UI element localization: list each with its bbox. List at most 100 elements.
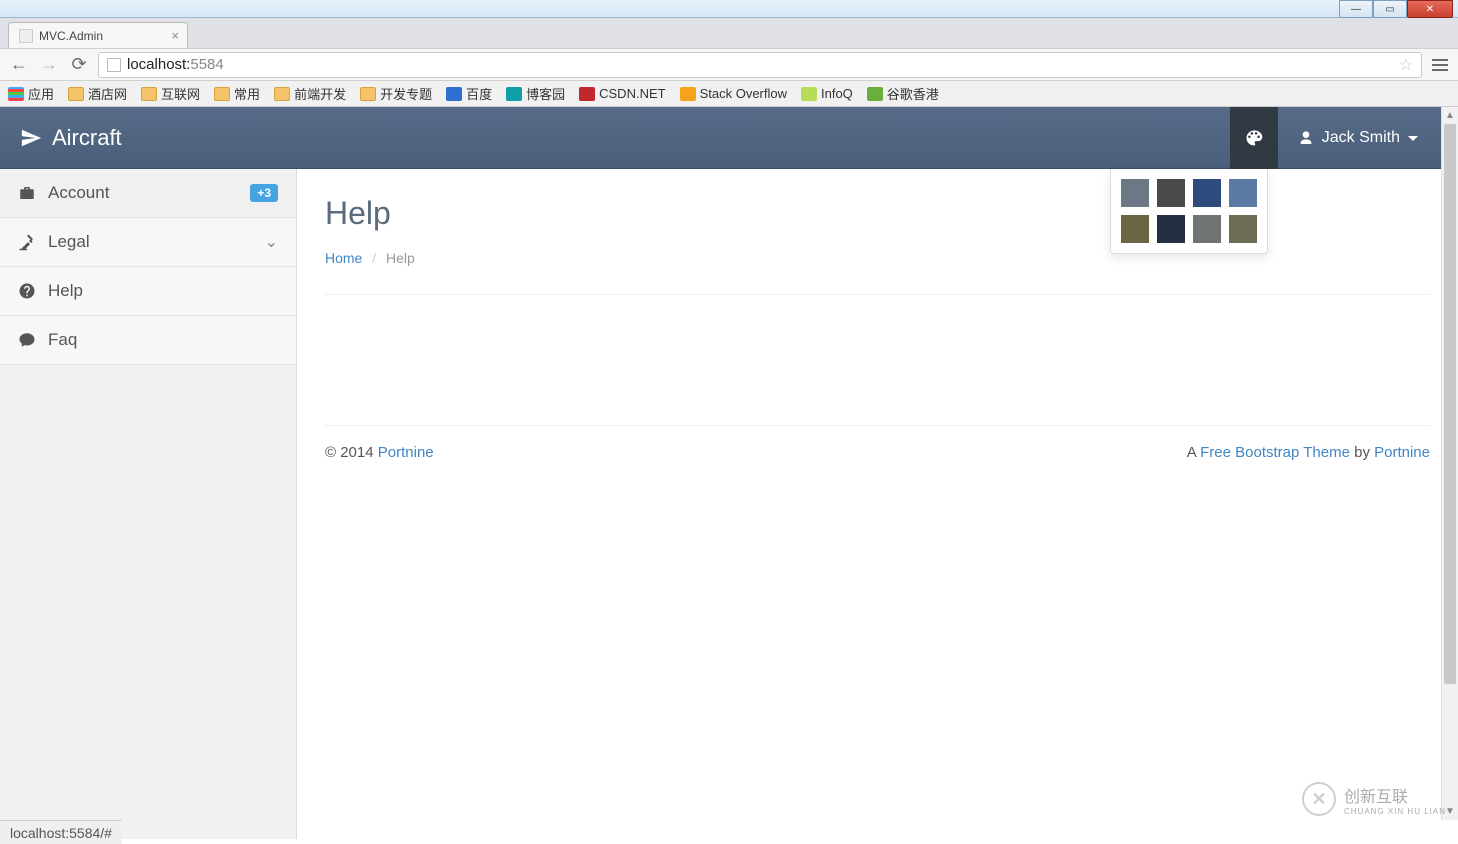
browser-toolbar: ← → ⟳ localhost:5584 ☆ [0,48,1458,81]
theme-swatch[interactable] [1121,179,1149,207]
brand[interactable]: Aircraft [20,125,122,151]
tab-favicon [19,29,33,43]
bookmark-item[interactable]: 前端开发 [274,84,346,103]
bookmark-item[interactable]: 应用 [8,84,54,103]
scroll-up-icon[interactable]: ▲ [1442,107,1458,124]
window-minimize-button[interactable]: — [1339,0,1373,18]
tab-title: MVC.Admin [39,29,103,43]
site-info-icon[interactable] [107,58,121,72]
watermark-text: 创新互联 [1344,783,1446,807]
footer: © 2014 Portnine A Free Bootstrap Theme b… [325,425,1430,461]
bookmark-item[interactable]: 开发专题 [360,84,432,103]
sidebar-item-label: Faq [48,330,77,350]
bookmark-star-icon[interactable]: ☆ [1399,55,1413,75]
sidebar-item-label: Account [48,183,109,203]
bookmark-label: 博客园 [526,84,565,103]
palette-icon [1244,128,1264,148]
watermark-subtext: CHUANG XIN HU LIAN [1344,807,1446,816]
theme-swatch[interactable] [1229,215,1257,243]
sidebar: Account +3 Legal ⌄ Help Faq [0,169,297,839]
window-close-button[interactable]: ✕ [1407,0,1453,18]
vertical-scrollbar[interactable]: ▲ ▼ [1441,107,1458,820]
breadcrumb-current: Help [386,250,415,266]
favicon-icon [8,87,24,101]
bookmark-label: 谷歌香港 [887,84,939,103]
bookmark-label: 百度 [466,84,492,103]
bookmark-label: 常用 [234,84,260,103]
forward-button[interactable]: → [38,54,60,76]
bookmark-item[interactable]: 酒店网 [68,84,127,103]
browser-tabstrip: MVC.Admin × [0,18,1458,48]
sidebar-item-help[interactable]: Help [0,267,296,316]
sidebar-item-legal[interactable]: Legal ⌄ [0,218,296,267]
sidebar-item-account[interactable]: Account +3 [0,169,296,218]
tab-close-icon[interactable]: × [171,28,179,43]
favicon-icon [579,87,595,101]
favicon-icon [446,87,462,101]
url-host: localhost: [127,56,190,73]
bookmark-item[interactable]: Stack Overflow [680,86,787,101]
bookmark-label: 酒店网 [88,84,127,103]
theme-swatch[interactable] [1121,215,1149,243]
bookmark-label: Stack Overflow [700,86,787,101]
bookmark-item[interactable]: 博客园 [506,84,565,103]
caret-down-icon [1408,136,1418,141]
theme-swatch[interactable] [1229,179,1257,207]
address-bar[interactable]: localhost:5584 ☆ [98,52,1422,78]
watermark: ✕ 创新互联 CHUANG XIN HU LIAN [1302,782,1446,816]
sidebar-item-label: Legal [48,232,90,252]
sidebar-item-label: Help [48,281,83,301]
folder-icon [141,87,157,101]
browser-statusbar: localhost:5584/# [0,820,122,844]
bookmark-label: 前端开发 [294,84,346,103]
scrollbar-thumb[interactable] [1444,124,1456,684]
bookmark-item[interactable]: InfoQ [801,86,853,101]
status-url: localhost:5584/# [10,825,112,841]
folder-icon [360,87,376,101]
chrome-menu-button[interactable] [1430,59,1450,71]
footer-portnine-link-2[interactable]: Portnine [1374,444,1430,461]
footer-copyright: © 2014 [325,444,378,461]
favicon-icon [867,87,883,101]
sidebar-item-faq[interactable]: Faq [0,316,296,365]
user-menu[interactable]: Jack Smith [1278,107,1438,169]
app-navbar: Aircraft Jack Smith [0,107,1458,169]
bookmark-item[interactable]: 互联网 [141,84,200,103]
breadcrumb-separator: / [372,250,376,266]
bookmark-label: CSDN.NET [599,86,665,101]
comment-icon [18,331,36,349]
favicon-icon [680,87,696,101]
favicon-icon [506,87,522,101]
theme-swatch[interactable] [1157,215,1185,243]
url-port: 5584 [190,56,223,73]
breadcrumb: Home / Help [325,250,1430,295]
browser-tab[interactable]: MVC.Admin × [8,22,188,48]
footer-right-prefix: A [1187,444,1200,461]
window-maximize-button[interactable]: ▭ [1373,0,1407,18]
reload-button[interactable]: ⟳ [68,54,90,76]
gavel-icon [18,233,36,251]
bookmark-label: InfoQ [821,86,853,101]
breadcrumb-home-link[interactable]: Home [325,250,362,266]
watermark-logo-icon: ✕ [1302,782,1336,816]
paper-plane-icon [20,127,42,149]
user-icon [1298,130,1314,146]
window-titlebar: — ▭ ✕ [0,0,1458,18]
theme-color-popover [1110,169,1268,254]
briefcase-icon [18,184,36,202]
theme-picker-button[interactable] [1230,107,1278,169]
bookmarks-bar: 应用 酒店网互联网 常用 前端开发开发专题 百度 博客园 CSDN.NET Stack Ove… [0,81,1458,107]
bookmark-item[interactable]: CSDN.NET [579,86,665,101]
bookmark-item[interactable]: 谷歌香港 [867,84,939,103]
footer-portnine-link[interactable]: Portnine [378,444,434,461]
theme-swatch[interactable] [1157,179,1185,207]
bookmark-item[interactable]: 百度 [446,84,492,103]
back-button[interactable]: ← [8,54,30,76]
footer-theme-link[interactable]: Free Bootstrap Theme [1200,444,1350,461]
theme-swatch[interactable] [1193,215,1221,243]
question-circle-icon [18,282,36,300]
theme-swatch[interactable] [1193,179,1221,207]
bookmark-item[interactable]: 常用 [214,84,260,103]
user-name: Jack Smith [1322,129,1400,147]
folder-icon [68,87,84,101]
